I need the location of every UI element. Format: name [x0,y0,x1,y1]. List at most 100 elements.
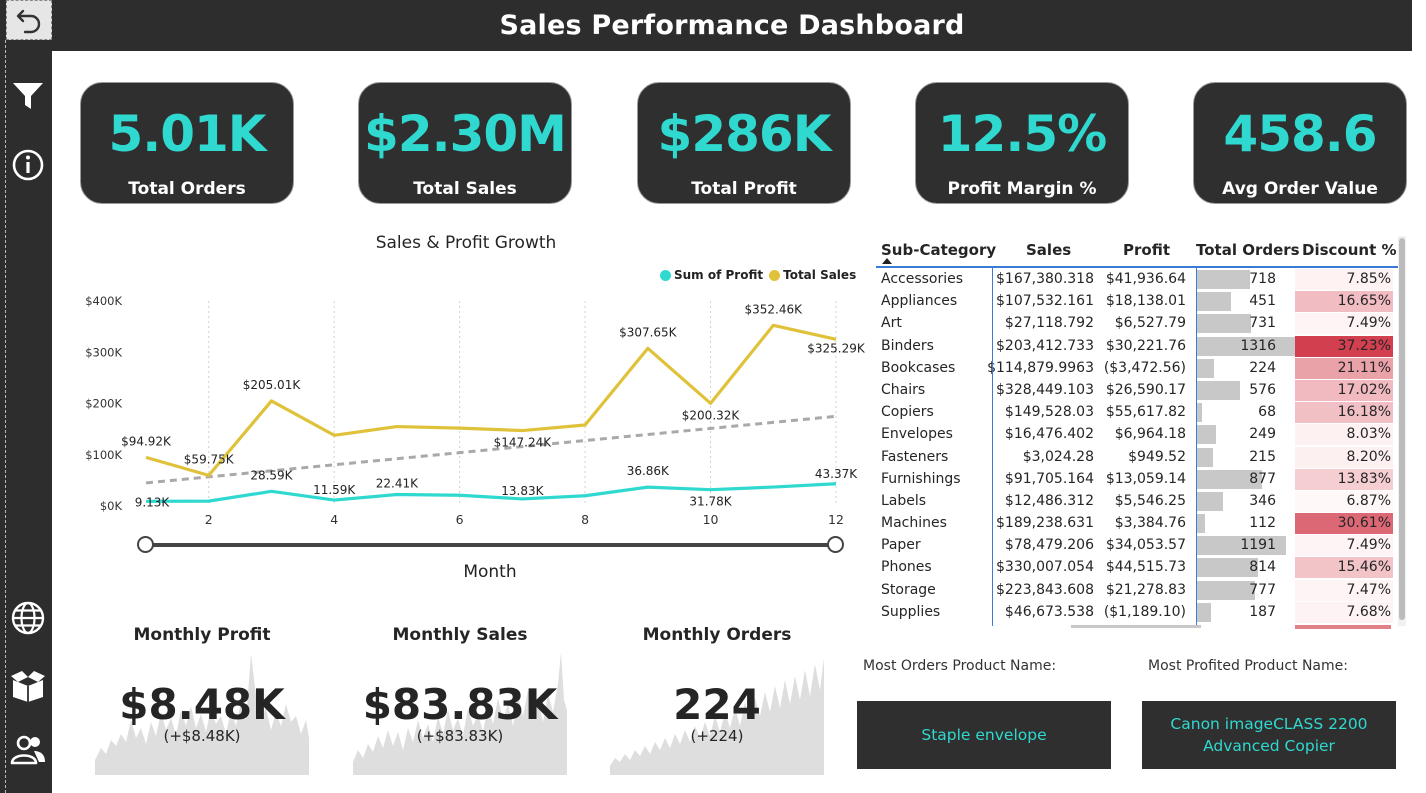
table-row[interactable]: Chairs $328,449.103 $26,590.17 576 17.02% [876,379,1398,401]
cell-sales: $189,238.631 [996,515,1094,532]
table-header: Sub-Category Sales Profit Total Orders D… [876,236,1398,268]
cell-profit: $5,546.25 [1114,492,1186,509]
column-header-profit[interactable]: Profit [1123,241,1170,259]
cell-profit: ($3,472.56) [1103,359,1186,376]
cell-sales: $167,380.318 [996,271,1094,287]
kpi-label: Total Profit [691,179,797,199]
table-scrollbar[interactable] [1398,236,1406,626]
table-row[interactable]: Phones $330,007.054 $44,515.73 814 15.46% [876,556,1398,579]
cell-sales: $12,486.312 [1004,492,1094,509]
sort-ascending-icon [882,258,892,264]
data-label: $205.01K [243,378,302,392]
cell-total-orders: 112 [1249,515,1276,532]
monthly-sales-value: $83.83K [362,680,558,729]
kpi-profit-margin: 12.5% Profit Margin % [915,82,1129,204]
kpi-value: $2.30M [364,105,567,163]
data-label: $307.65K [619,325,678,339]
table-row[interactable]: Accessories $167,380.318 $41,936.64 718 7.85… [876,268,1398,290]
sidebar [0,0,52,793]
cell-total-orders: 68 [1258,404,1276,421]
users-icon [10,735,45,765]
cell-sales: $16,476.402 [1004,426,1094,443]
chart-title: Sales & Profit Growth [375,233,557,253]
monthly-sales-title: Monthly Sales [392,625,528,645]
legend-item-sales[interactable]: Total Sales [769,268,856,282]
cell-total-orders: 1316 [1240,337,1276,354]
cell-discount: 16.18% [1337,404,1391,421]
kpi-total-orders: 5.01K Total Orders [80,82,294,204]
legend-dot-icon [769,269,781,281]
x-tick-label: 6 [456,512,464,527]
column-divider [1196,268,1197,626]
table-row[interactable]: Copiers $149,528.03 $55,617.82 68 16.18% [876,401,1398,424]
column-header-subcategory[interactable]: Sub-Category [881,241,996,259]
kpi-label: Profit Margin % [947,179,1097,199]
y-tick-label: $300K [85,345,122,359]
cell-discount: 7.85% [1346,271,1391,287]
legend-dot-icon [660,269,671,281]
table-row[interactable]: Furnishings $91,705.164 $13,059.14 877 13.83… [876,468,1398,490]
y-tick-label: $0K [100,499,123,513]
back-button[interactable] [6,0,52,40]
kpi-value: 458.6 [1223,105,1377,163]
cell-discount: 21.11% [1337,359,1391,376]
table-row[interactable]: Bookcases $114,879.9963 ($3,472.56) 224 21.1… [876,357,1398,379]
table-row[interactable]: Storage $223,843.608 $21,278.83 777 7.47% [876,579,1398,601]
table-row[interactable]: Paper $78,479.206 $34,053.57 1191 7.49% [876,534,1398,557]
cell-profit: $21,278.83 [1105,581,1186,598]
table-row[interactable]: Fasteners $3,024.28 $949.52 215 8.20% [876,446,1398,468]
info-button[interactable] [8,145,48,185]
table-row[interactable]: Binders $203,412.733 $30,221.76 1316 37.23% [876,335,1398,357]
column-header-discount[interactable]: Discount % [1302,241,1397,259]
undo-icon [16,9,41,34]
cell-profit: $55,617.82 [1105,404,1186,421]
orders-databar [1197,491,1223,511]
table-row[interactable]: Envelopes $16,476.402 $6,964.18 249 8.03% [876,423,1398,446]
globe-button[interactable] [8,598,48,638]
table-row[interactable]: Appliances $107,532.161 $18,138.01 451 16.65… [876,290,1398,313]
month-slider-start-handle[interactable] [137,536,154,553]
table-row[interactable]: Machines $189,238.631 $3,384.76 112 30.61% [876,512,1398,535]
cell-total-orders: 451 [1249,293,1276,310]
sales-line [145,323,837,477]
cell-total-orders: 187 [1249,603,1276,620]
kpi-total-profit: $286K Total Profit [637,82,851,204]
customers-button[interactable] [8,730,48,770]
scrollbar-thumb[interactable] [1399,238,1405,620]
column-header-sales[interactable]: Sales [1026,241,1071,259]
month-slider-end-handle[interactable] [827,536,844,553]
x-tick-label: 10 [703,512,719,527]
cell-profit: ($1,189.10) [1103,603,1186,620]
cell-total-orders: 877 [1249,470,1276,487]
orders-databar [1197,602,1211,622]
filter-icon [13,83,43,109]
chart-legend[interactable]: Sum of Profit Total Sales [660,268,862,282]
table-row[interactable]: Labels $12,486.312 $5,546.25 346 6.87% [876,490,1398,512]
cell-subcategory: Envelopes [881,426,953,443]
x-tick-label: 2 [205,512,213,527]
cell-total-orders: 249 [1249,426,1276,443]
column-header-total-orders[interactable]: Total Orders [1196,241,1300,259]
cell-discount: 7.68% [1346,603,1391,620]
data-label: 13.83K [501,484,544,498]
orders-databar [1197,447,1213,467]
filter-button[interactable] [8,76,48,116]
kpi-label: Total Orders [128,179,246,199]
month-slider-track[interactable] [146,543,836,547]
products-button[interactable] [8,666,48,706]
kpi-label: Total Sales [413,179,517,199]
monthly-profit-card: Monthly Profit $8.48K (+$8.48K) [92,620,312,780]
legend-item-profit[interactable]: Sum of Profit [660,268,763,282]
data-label: $59.75K [184,452,235,466]
legend-label: Sum of Profit [674,268,764,282]
cell-discount: 7.47% [1346,581,1391,598]
header-bar: Sales Performance Dashboard [52,0,1412,51]
table-row[interactable]: Supplies $46,673.538 ($1,189.10) 187 7.68% [876,601,1398,623]
sales-profit-line-chart[interactable]: $0K $100K $200K $300K $400K 2 4 6 8 10 12 $94.92K $5… [80,286,866,527]
data-label: $200.32K [682,408,741,422]
cell-discount: 13.83% [1337,470,1391,487]
table-row[interactable]: Art $27,118.792 $6,527.79 731 7.49% [876,312,1398,335]
profit-line [145,482,837,503]
cell-profit: $18,138.01 [1105,293,1186,310]
orders-databar [1197,580,1255,600]
